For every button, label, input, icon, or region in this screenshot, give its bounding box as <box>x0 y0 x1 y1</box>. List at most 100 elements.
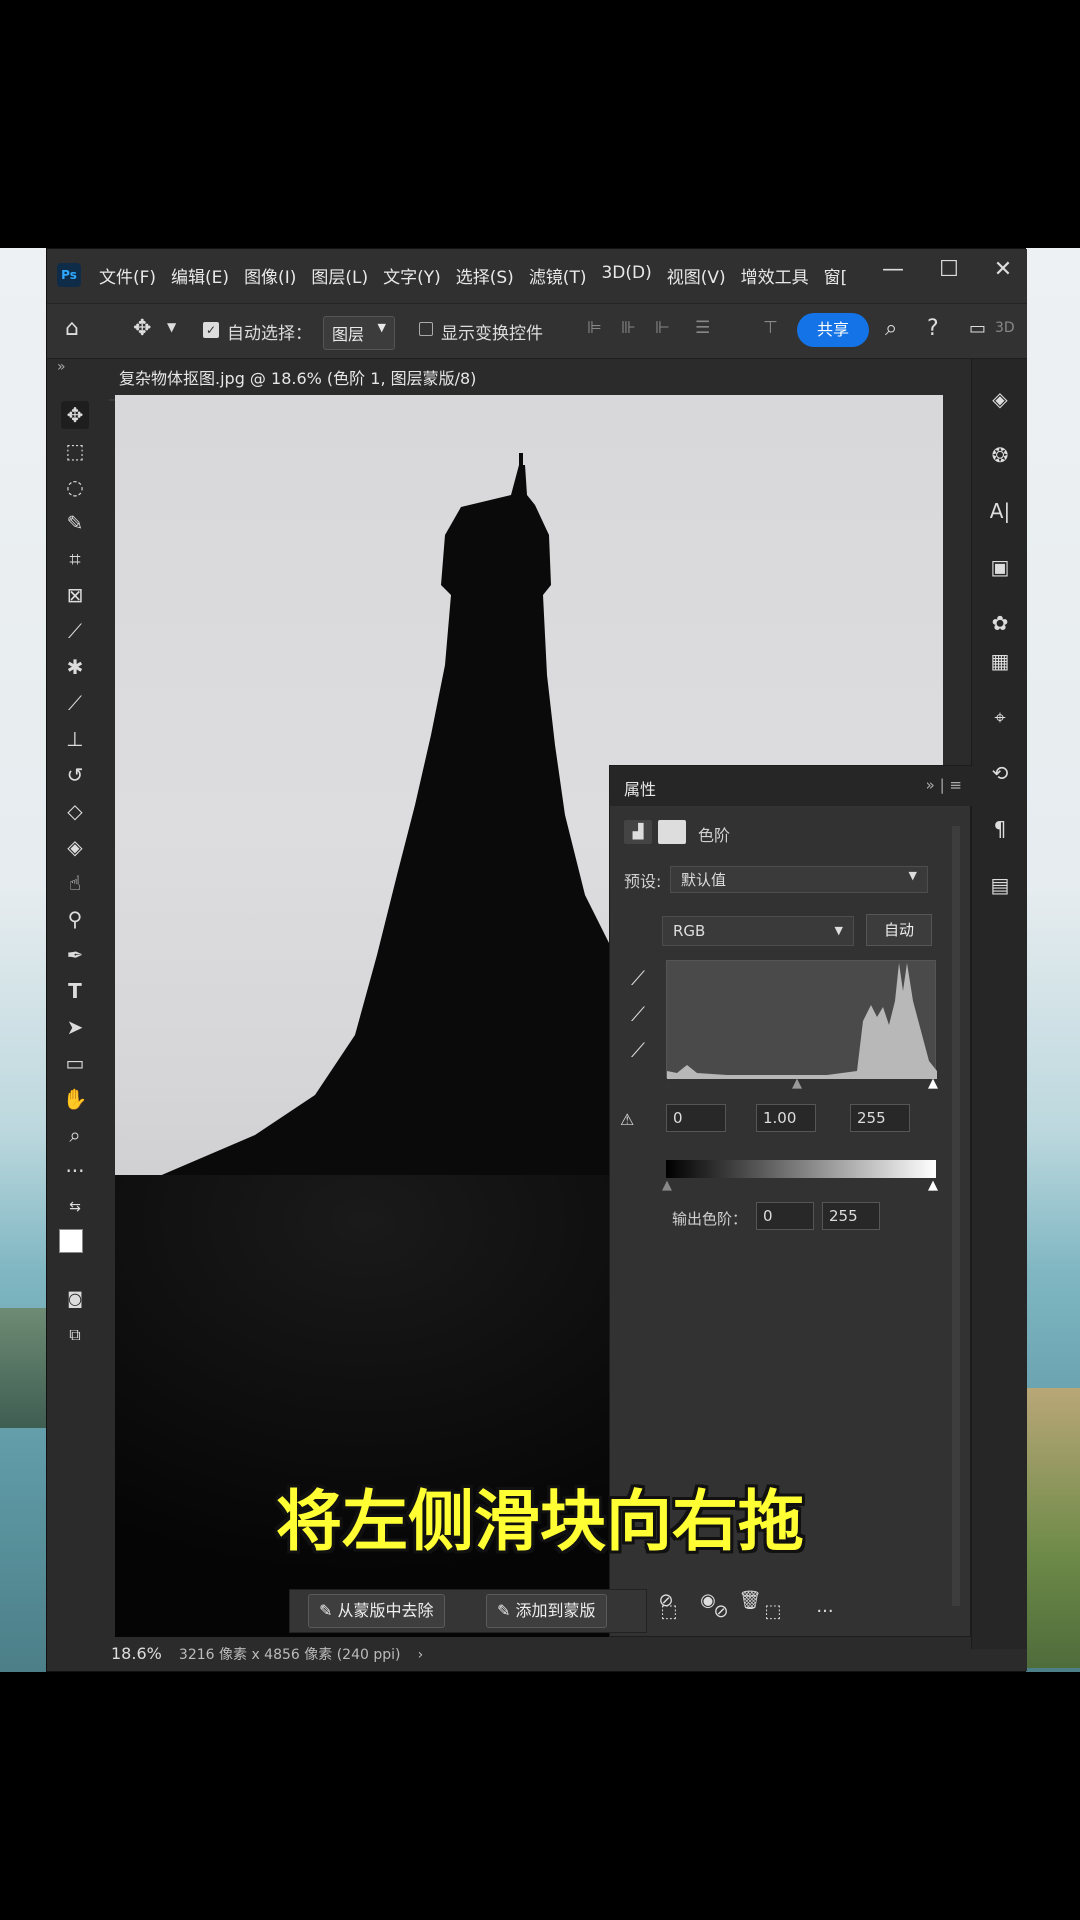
menu-plugins[interactable]: 增效工具 <box>741 263 809 288</box>
smudge-tool-icon[interactable]: ☝ <box>61 869 89 897</box>
clone-stamp-icon[interactable]: ⊥ <box>61 725 89 753</box>
type-tool-icon[interactable]: T <box>61 977 89 1005</box>
output-black-field[interactable]: 0 <box>756 1202 814 1230</box>
eraser-tool-icon[interactable]: ◇ <box>61 797 89 825</box>
libraries-icon[interactable]: ▣ <box>984 551 1016 583</box>
show-transform-checkbox[interactable] <box>419 322 433 336</box>
character-icon[interactable]: A| <box>984 495 1016 527</box>
move-tool-icon[interactable]: ✥ <box>133 316 151 341</box>
menu-file[interactable]: 文件(F) <box>99 263 156 288</box>
dodge-tool-icon[interactable]: ⚲ <box>61 905 89 933</box>
history-icon[interactable]: ⟲ <box>984 757 1016 789</box>
menu-layer[interactable]: 图层(L) <box>311 263 368 288</box>
healing-brush-icon[interactable]: ✱ <box>61 653 89 681</box>
channel-dropdown[interactable]: RGB ▼ <box>662 916 854 946</box>
preset-dropdown[interactable]: 默认值 ▼ <box>670 866 928 893</box>
add-to-mask-button[interactable]: ✎ 添加到蒙版 <box>486 1594 607 1628</box>
more-tools-icon[interactable]: ··· <box>61 1157 89 1185</box>
mask-icon[interactable] <box>658 820 686 844</box>
input-gamma-field[interactable]: 1.00 <box>756 1104 816 1132</box>
menu-image[interactable]: 图像(I) <box>244 263 296 288</box>
color-icon[interactable]: ✿ <box>984 607 1016 639</box>
close-icon[interactable]: ✕ <box>983 257 1023 282</box>
layer-dropdown[interactable]: 图层 ▼ <box>323 316 395 350</box>
panel-menu-icon[interactable]: » | ≡ <box>926 776 962 794</box>
clipping-warning-icon[interactable]: ⚠ <box>620 1110 634 1129</box>
menu-filter[interactable]: 滤镜(T) <box>529 263 587 288</box>
remove-from-mask-button[interactable]: ✎ 从蒙版中去除 <box>308 1594 445 1628</box>
layers-icon[interactable]: ◈ <box>984 383 1016 415</box>
screen-mode-icon[interactable]: ⧉ <box>61 1321 89 1349</box>
maximize-icon[interactable]: ☐ <box>929 257 969 282</box>
auto-button[interactable]: 自动 <box>866 914 932 946</box>
more-options-icon[interactable]: ··· <box>811 1601 839 1629</box>
right-panel-dock: ◈ ❂ A| ▣ ✿ ▦ ⌖ ⟲ ¶ ▤ <box>971 359 1027 1649</box>
align-right-icon[interactable]: ⊩ <box>655 318 670 338</box>
menu-window[interactable]: 窗[ <box>824 263 848 288</box>
menu-type[interactable]: 文字(Y) <box>383 263 441 288</box>
align-top-icon[interactable]: ⊤ <box>763 318 778 338</box>
hand-tool-icon[interactable]: ✋ <box>61 1085 89 1113</box>
help-icon[interactable]: ? <box>927 316 939 341</box>
paragraph-icon[interactable]: ¶ <box>984 813 1016 845</box>
mask-invert-icon[interactable]: ⊘ <box>707 1601 735 1629</box>
paths-icon[interactable]: ⌖ <box>984 701 1016 733</box>
distribute-icon[interactable]: ☰ <box>695 318 710 338</box>
properties-icon[interactable]: ▤ <box>984 869 1016 901</box>
swatches-icon[interactable]: ▦ <box>984 645 1016 677</box>
paint-bucket-icon[interactable]: ◈ <box>61 833 89 861</box>
pen-tool-icon[interactable]: ✒ <box>61 941 89 969</box>
lasso-tool-icon[interactable]: ◌ <box>61 473 89 501</box>
black-output-slider[interactable]: ▲ <box>662 1178 672 1193</box>
zoom-level[interactable]: 18.6% <box>111 1644 162 1663</box>
swap-colors-icon[interactable]: ⇆ <box>61 1193 89 1221</box>
path-select-icon[interactable]: ➤ <box>61 1013 89 1041</box>
input-white-field[interactable]: 255 <box>850 1104 910 1132</box>
mask-refine-icon[interactable]: ⬚ <box>759 1601 787 1629</box>
align-left-icon[interactable]: ⊫ <box>587 318 602 338</box>
menu-edit[interactable]: 编辑(E) <box>171 263 229 288</box>
minimize-icon[interactable]: — <box>873 257 913 282</box>
auto-select-checkbox[interactable]: ✓ <box>203 322 219 338</box>
white-output-slider[interactable]: ▲ <box>928 1178 938 1193</box>
search-icon[interactable]: ⌕ <box>885 316 897 341</box>
foreground-color-swatch[interactable] <box>59 1229 83 1253</box>
brush-tool-icon[interactable]: ⟋ <box>61 689 89 717</box>
menu-select[interactable]: 选择(S) <box>456 263 514 288</box>
white-input-slider[interactable]: ▲ <box>928 1076 938 1091</box>
collapse-left-icon[interactable]: » <box>57 359 66 375</box>
quick-mask-icon[interactable]: ◙ <box>61 1285 89 1313</box>
channels-icon[interactable]: ❂ <box>984 439 1016 471</box>
menu-3d[interactable]: 3D(D) <box>601 263 651 288</box>
crop-tool-icon[interactable]: ⌗ <box>61 545 89 573</box>
home-icon[interactable]: ⌂ <box>65 316 79 341</box>
quick-select-tool-icon[interactable]: ✎ <box>61 509 89 537</box>
brush-plus-icon: ✎ <box>497 1601 516 1620</box>
app-logo: Ps <box>57 263 81 287</box>
align-center-icon[interactable]: ⊪ <box>621 318 636 338</box>
marquee-tool-icon[interactable]: ⬚ <box>61 437 89 465</box>
output-white-field[interactable]: 255 <box>822 1202 880 1230</box>
input-sliders[interactable]: ▲ ▲ ▲ <box>662 1076 942 1091</box>
gamma-input-slider[interactable]: ▲ <box>792 1076 802 1091</box>
white-point-eyedropper-icon[interactable]: ⟋ <box>624 1038 652 1066</box>
input-black-field[interactable]: 0 <box>666 1104 726 1132</box>
zoom-tool-icon[interactable]: ⌕ <box>61 1121 89 1149</box>
black-input-slider[interactable]: ▲ <box>662 1076 672 1091</box>
share-button[interactable]: 共享 <box>797 313 869 347</box>
eyedropper-tool-icon[interactable]: ⟋ <box>61 617 89 645</box>
black-point-eyedropper-icon[interactable]: ⟋ <box>624 966 652 994</box>
chevron-down-icon[interactable]: ▼ <box>167 320 176 334</box>
output-sliders[interactable]: ▲ ▲ <box>662 1178 942 1193</box>
menu-bar: 文件(F) 编辑(E) 图像(I) 图层(L) 文字(Y) 选择(S) 滤镜(T… <box>99 263 862 288</box>
status-chevron-icon[interactable]: › <box>418 1647 424 1663</box>
rectangle-tool-icon[interactable]: ▭ <box>61 1049 89 1077</box>
mask-select-icon[interactable]: ⬚ <box>655 1601 683 1629</box>
properties-header: 属性 » | ≡ <box>610 766 972 806</box>
frame-tool-icon[interactable]: ⊠ <box>61 581 89 609</box>
move-tool-icon[interactable]: ✥ <box>61 401 89 429</box>
gray-point-eyedropper-icon[interactable]: ⟋ <box>624 1002 652 1030</box>
menu-view[interactable]: 视图(V) <box>667 263 726 288</box>
history-brush-icon[interactable]: ↺ <box>61 761 89 789</box>
workspace-icon[interactable]: ▭ <box>969 318 986 339</box>
